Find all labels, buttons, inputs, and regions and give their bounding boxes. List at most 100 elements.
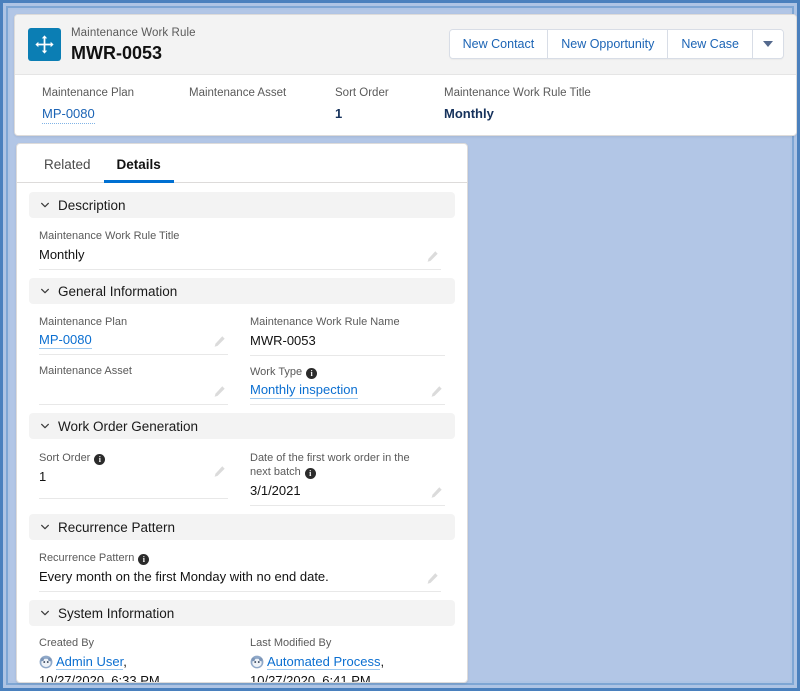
section-title: Recurrence Pattern <box>58 519 176 535</box>
section-header-recurrence-pattern[interactable]: Recurrence Pattern <box>29 514 455 540</box>
section-header-work-order-generation[interactable]: Work Order Generation <box>29 413 455 439</box>
field-work-rule-name: Maintenance Work Rule Name MWR-0053 <box>250 306 445 356</box>
field-label: Maintenance Work Rule Title <box>39 230 180 242</box>
maintenance-plan-link[interactable]: MP-0080 <box>39 331 92 349</box>
four-way-arrow-icon <box>28 28 61 61</box>
compact-field-row: Maintenance Plan MP-0080 Maintenance Ass… <box>15 75 796 135</box>
compact-field-value: 1 <box>335 106 343 121</box>
entity-type-label: Maintenance Work Rule <box>71 27 196 39</box>
compact-field-value: Monthly <box>444 106 494 121</box>
general-information-fields: Maintenance Plan MP-0080 Maintenance Ass… <box>29 306 455 405</box>
new-opportunity-button[interactable]: New Opportunity <box>548 30 669 58</box>
tab-details[interactable]: Details <box>103 157 175 183</box>
field-work-type[interactable]: Work Type i Monthly inspection <box>250 356 445 405</box>
header-action-bar: New Contact New Opportunity New Case <box>448 29 784 59</box>
field-work-rule-title[interactable]: Maintenance Work Rule Title Monthly <box>39 220 441 270</box>
field-label: Maintenance Asset <box>39 365 132 377</box>
work-type-link[interactable]: Monthly inspection <box>250 381 358 399</box>
created-by-link[interactable]: Admin User <box>56 654 124 670</box>
avatar <box>39 655 53 669</box>
general-information-right-column: Maintenance Work Rule Name MWR-0053 Work… <box>242 306 455 405</box>
edit-pencil-icon[interactable] <box>430 486 443 499</box>
field-value: Monthly <box>39 247 85 262</box>
field-label-text: Recurrence Pattern <box>39 552 135 564</box>
field-maintenance-asset[interactable]: Maintenance Asset <box>39 355 228 405</box>
general-information-left-column: Maintenance Plan MP-0080 Maintenance Ass… <box>29 306 242 405</box>
field-sort-order[interactable]: Sort Order i 1 <box>39 441 228 499</box>
maintenance-plan-link[interactable]: MP-0080 <box>42 105 95 124</box>
compact-field-work-rule-title: Maintenance Work Rule Title Monthly <box>444 86 591 123</box>
field-created-by: Created By Admin User, 10/27/2020, 6:33 … <box>39 628 228 683</box>
chevron-down-icon <box>763 41 773 47</box>
record-header-card: Maintenance Work Rule MWR-0053 New Conta… <box>14 14 797 136</box>
field-last-modified-by: Last Modified By Automated Process, 10/2… <box>250 628 445 683</box>
field-label: Sort Order i <box>39 451 206 465</box>
compact-field-label: Maintenance Work Rule Title <box>444 87 591 99</box>
field-first-work-order-date[interactable]: Date of the first work order in the next… <box>250 441 445 506</box>
chevron-down-icon <box>41 202 49 208</box>
section-title: Work Order Generation <box>58 418 199 434</box>
field-label: Maintenance Plan <box>39 316 128 328</box>
edit-pencil-icon[interactable] <box>213 335 226 348</box>
created-by-separator: , <box>123 654 127 669</box>
details-body: Description Maintenance Work Rule Title … <box>17 183 467 683</box>
more-actions-button[interactable] <box>753 30 783 58</box>
field-recurrence-pattern[interactable]: Recurrence Pattern i Every month on the f… <box>39 542 441 592</box>
info-icon[interactable]: i <box>138 554 150 565</box>
chevron-down-icon <box>41 423 49 429</box>
field-label: Date of the first work order in the next… <box>250 451 423 479</box>
field-label-text: Date of the first work order in the next… <box>250 452 410 478</box>
last-modified-by-timestamp: 10/27/2020, 6:41 PM <box>250 673 371 683</box>
section-header-general-information[interactable]: General Information <box>29 278 455 304</box>
edit-pencil-icon[interactable] <box>213 465 226 478</box>
field-label: Last Modified By <box>250 637 332 649</box>
created-by-timestamp: 10/27/2020, 6:33 PM <box>39 673 160 683</box>
section-title: System Information <box>58 605 175 621</box>
field-maintenance-plan[interactable]: Maintenance Plan MP-0080 <box>39 306 228 355</box>
compact-field-sort-order: Sort Order 1 <box>335 86 389 123</box>
record-header-titles: Maintenance Work Rule MWR-0053 <box>71 26 196 65</box>
info-icon[interactable]: i <box>94 454 106 465</box>
last-modified-by-link[interactable]: Automated Process <box>267 654 381 670</box>
compact-field-label: Maintenance Plan <box>42 87 135 99</box>
screenshot-frame: Maintenance Work Rule MWR-0053 New Conta… <box>0 0 800 691</box>
section-header-description[interactable]: Description <box>29 192 455 218</box>
chevron-down-icon <box>41 610 49 616</box>
new-case-button[interactable]: New Case <box>668 30 753 58</box>
compact-field-maintenance-plan: Maintenance Plan MP-0080 <box>42 86 134 124</box>
field-label-text: Sort Order <box>39 452 91 464</box>
chevron-down-icon <box>41 288 49 294</box>
field-value: MWR-0053 <box>250 333 316 348</box>
new-contact-button[interactable]: New Contact <box>449 30 549 58</box>
field-value: 1 <box>39 469 47 484</box>
system-information-right-column: Last Modified By Automated Process, 10/2… <box>242 628 455 683</box>
work-order-generation-right-column: Date of the first work order in the next… <box>242 441 455 506</box>
edit-pencil-icon[interactable] <box>426 250 439 263</box>
work-order-generation-left-column: Sort Order i 1 <box>29 441 242 506</box>
field-value: 3/1/2021 <box>250 483 301 498</box>
edit-pencil-icon[interactable] <box>213 385 226 398</box>
field-label: Maintenance Work Rule Name <box>250 316 400 328</box>
avatar <box>250 655 264 669</box>
edit-pencil-icon[interactable] <box>430 385 443 398</box>
edit-pencil-icon[interactable] <box>426 572 439 585</box>
description-fields: Maintenance Work Rule Title Monthly <box>29 220 455 270</box>
compact-field-label: Sort Order <box>335 87 389 99</box>
last-modified-by-user-line: Automated Process, <box>250 652 441 671</box>
field-label: Work Type i <box>250 365 423 379</box>
field-label: Created By <box>39 637 95 649</box>
field-value <box>39 380 206 399</box>
compact-field-label: Maintenance Asset <box>189 87 287 99</box>
section-title: General Information <box>58 283 178 299</box>
info-icon[interactable]: i <box>306 368 318 379</box>
section-header-system-information[interactable]: System Information <box>29 600 455 626</box>
recurrence-pattern-column: Recurrence Pattern i Every month on the f… <box>29 542 455 592</box>
record-details-card: Related Details Description Maintenance … <box>16 143 468 683</box>
salesforce-record-page: Maintenance Work Rule MWR-0053 New Conta… <box>10 10 797 683</box>
info-icon[interactable]: i <box>304 468 316 479</box>
field-label-text: Work Type <box>250 366 303 378</box>
page-title: MWR-0053 <box>71 43 163 63</box>
section-title: Description <box>58 197 126 213</box>
tab-related[interactable]: Related <box>31 157 104 182</box>
field-value: Every month on the first Monday with no … <box>39 569 329 584</box>
